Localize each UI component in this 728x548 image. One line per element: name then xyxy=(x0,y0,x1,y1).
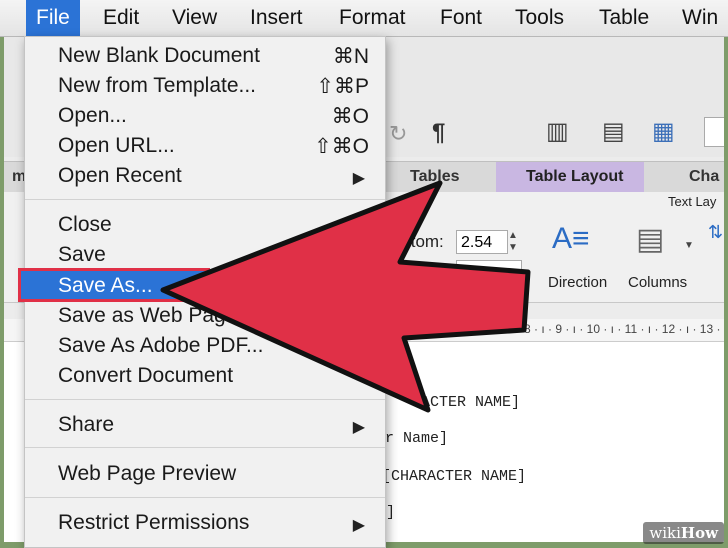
pointer-arrow-icon xyxy=(160,180,531,413)
watermark-prefix: wiki xyxy=(649,524,681,542)
watermark-logo: wikiHow xyxy=(643,522,724,544)
watermark-suffix: How xyxy=(680,524,718,542)
